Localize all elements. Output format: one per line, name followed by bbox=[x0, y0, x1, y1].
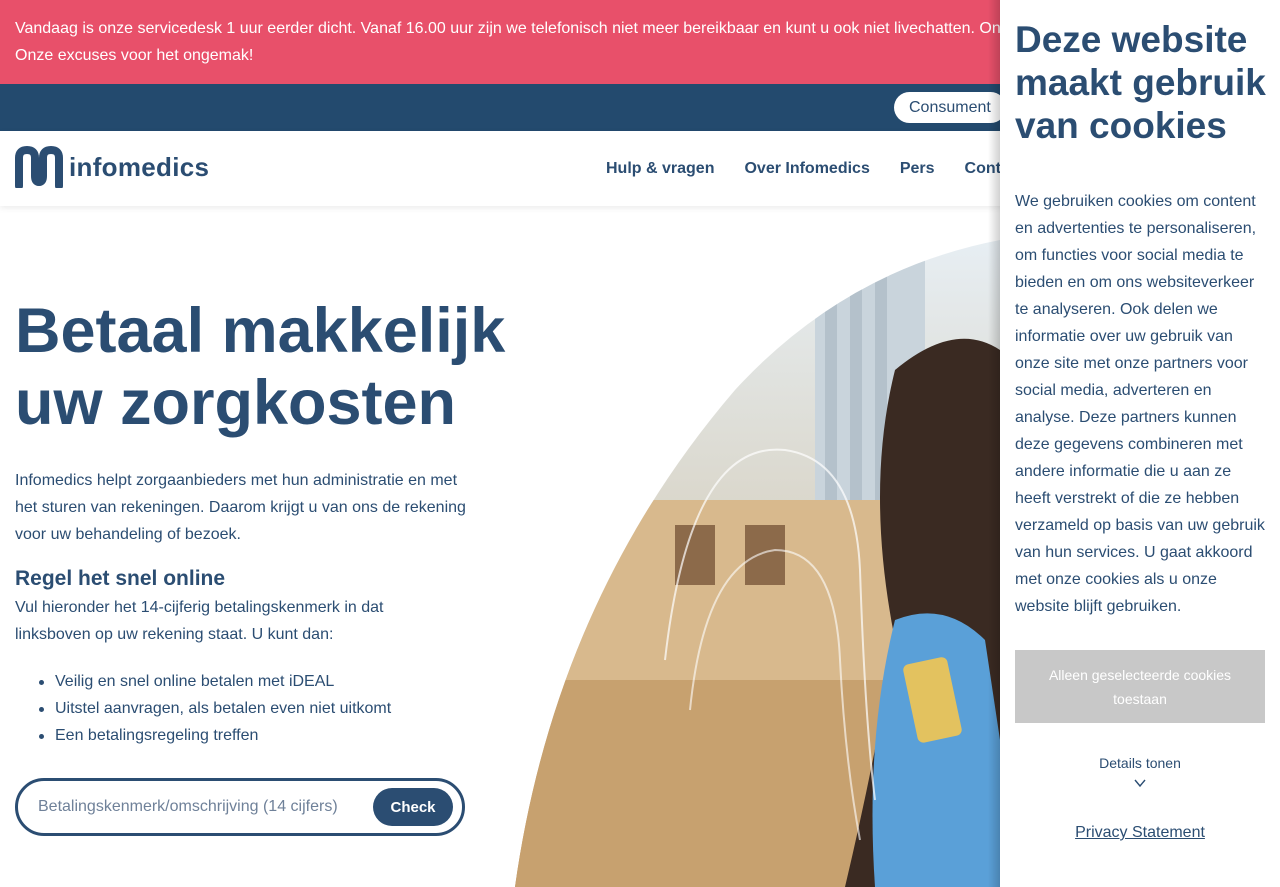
privacy-statement-link[interactable]: Privacy Statement bbox=[1015, 824, 1265, 842]
cookie-description: We gebruiken cookies om content en adver… bbox=[1015, 193, 1265, 615]
cookie-consent-panel: Deze website maakt gebruik van cookies W… bbox=[1000, 0, 1280, 887]
cookie-title-line-3: van cookies bbox=[1015, 105, 1227, 146]
details-toggle[interactable]: Details tonen bbox=[1015, 755, 1265, 789]
cookie-overlay bbox=[0, 0, 1000, 887]
cookie-title-line-2: maakt gebruik bbox=[1015, 62, 1266, 103]
allow-selected-cookies-button[interactable]: Alleen geselecteerde cookies toestaan bbox=[1015, 650, 1265, 723]
chevron-down-icon bbox=[1134, 779, 1146, 788]
details-label: Details tonen bbox=[1099, 755, 1181, 771]
cookie-title-line-1: Deze website bbox=[1015, 19, 1248, 60]
cookie-title: Deze website maakt gebruik van cookies bbox=[1015, 18, 1275, 147]
overlay-shadow bbox=[988, 0, 1000, 887]
